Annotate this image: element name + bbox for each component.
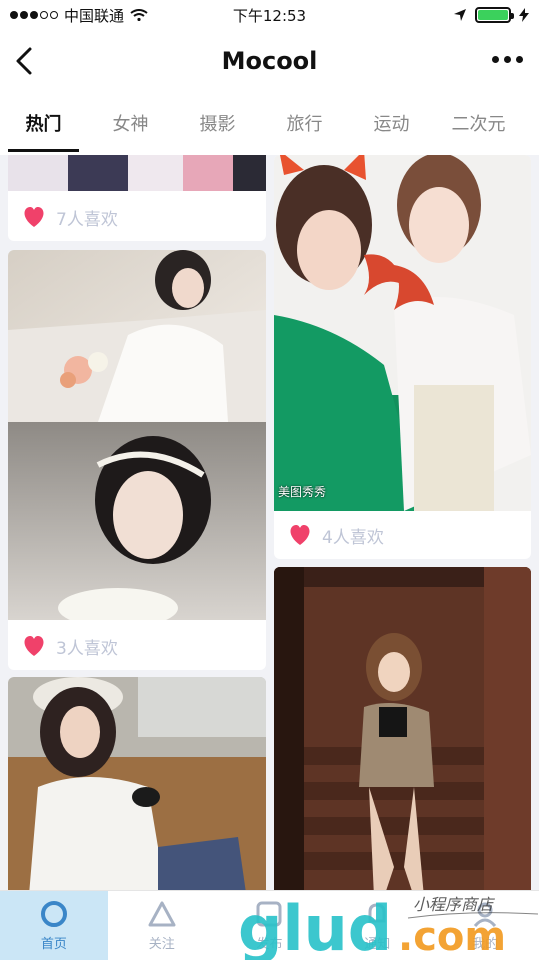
tabbar-item-notifications[interactable]: 通知 bbox=[323, 891, 431, 960]
tabbar-label: 关注 bbox=[148, 937, 175, 952]
tabbar-label: 发布 bbox=[256, 937, 283, 952]
photo-feed[interactable]: 7人喜欢 3人喜欢 美图秀秀 4人喜欢 bbox=[0, 155, 539, 890]
battery-fill bbox=[478, 10, 508, 20]
card-photo[interactable] bbox=[8, 155, 266, 191]
tabbar-label: 首页 bbox=[40, 937, 67, 952]
card-photo[interactable] bbox=[8, 250, 266, 620]
battery-icon bbox=[475, 7, 514, 23]
feed-card[interactable] bbox=[8, 677, 266, 890]
likes-count: 3人喜欢 bbox=[56, 638, 118, 659]
more-horizontal-icon[interactable] bbox=[492, 56, 523, 63]
feed-card[interactable]: 3人喜欢 bbox=[8, 250, 266, 670]
triangle-icon bbox=[148, 901, 176, 927]
signal-icon bbox=[10, 11, 58, 19]
tab-photography[interactable]: 摄影 bbox=[174, 100, 261, 152]
wifi-icon bbox=[130, 9, 148, 21]
bottom-tab-bar: 首页 关注 发布 通知 我的 bbox=[0, 890, 539, 960]
status-left: 中国联通 bbox=[10, 5, 148, 26]
like-row: 7人喜欢 bbox=[8, 193, 266, 241]
tab-hot[interactable]: 热门 bbox=[0, 100, 87, 152]
carrier-label: 中国联通 bbox=[64, 6, 125, 25]
tab-travel[interactable]: 旅行 bbox=[261, 100, 348, 152]
chevron-left-icon[interactable] bbox=[12, 46, 38, 76]
feed-card[interactable]: 7人喜欢 bbox=[8, 155, 266, 241]
notification-icon bbox=[368, 903, 386, 923]
tabbar-label: 我的 bbox=[472, 937, 499, 952]
card-photo[interactable] bbox=[274, 155, 531, 511]
status-bar: 中国联通 下午12:53 bbox=[0, 0, 539, 30]
profile-icon bbox=[473, 902, 497, 928]
likes-count: 4人喜欢 bbox=[322, 527, 384, 548]
tabbar-item-publish[interactable]: 发布 bbox=[216, 891, 324, 960]
heart-icon[interactable] bbox=[288, 524, 312, 546]
tab-goddess[interactable]: 女神 bbox=[87, 100, 174, 152]
charging-icon bbox=[519, 8, 529, 22]
like-row: 3人喜欢 bbox=[8, 622, 266, 670]
tabbar-item-home[interactable]: 首页 bbox=[0, 891, 108, 960]
card-photo[interactable] bbox=[274, 567, 531, 890]
location-arrow-icon bbox=[454, 9, 466, 21]
like-row: 4人喜欢 bbox=[274, 511, 531, 559]
tabbar-item-profile[interactable]: 我的 bbox=[431, 891, 539, 960]
tabbar-item-follow[interactable]: 关注 bbox=[108, 891, 216, 960]
status-right bbox=[453, 7, 529, 23]
home-circle-icon bbox=[40, 901, 67, 927]
tab-sports[interactable]: 运动 bbox=[348, 100, 435, 152]
feed-card[interactable]: 美图秀秀 4人喜欢 bbox=[274, 155, 531, 559]
likes-count: 7人喜欢 bbox=[56, 209, 118, 230]
page-title: Mocool bbox=[221, 47, 318, 75]
card-photo[interactable] bbox=[8, 677, 266, 890]
feed-card[interactable] bbox=[274, 567, 531, 890]
publish-icon bbox=[256, 901, 282, 927]
photo-watermark: 美图秀秀 bbox=[278, 485, 327, 499]
category-tabs: 热门 女神 摄影 旅行 运动 二次元 bbox=[0, 100, 539, 152]
heart-icon[interactable] bbox=[22, 635, 46, 657]
tabbar-label: 通知 bbox=[364, 937, 391, 952]
heart-icon[interactable] bbox=[22, 206, 46, 228]
navigation-bar: Mocool bbox=[0, 30, 539, 92]
tab-anime[interactable]: 二次元 bbox=[435, 100, 522, 152]
